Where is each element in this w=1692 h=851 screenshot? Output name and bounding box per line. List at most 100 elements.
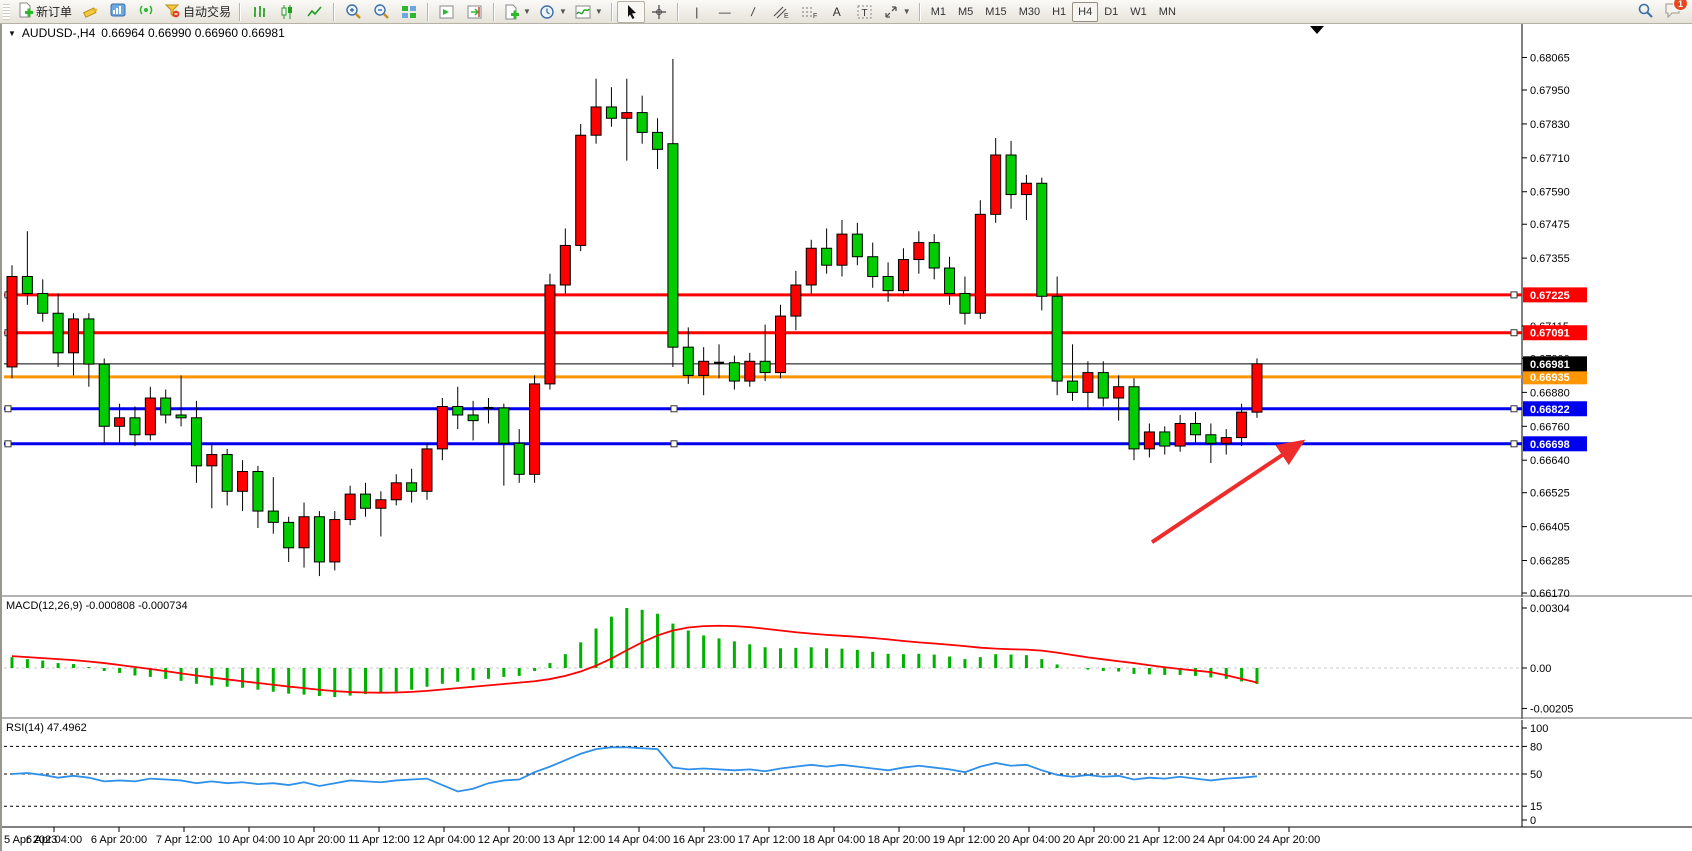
candle — [361, 494, 371, 508]
candle — [376, 500, 386, 508]
auto-scroll-button[interactable] — [433, 1, 461, 23]
candle — [868, 257, 878, 277]
candle — [468, 415, 478, 421]
price-badge-label: 0.67091 — [1530, 328, 1570, 340]
candle — [576, 135, 586, 245]
candle — [207, 455, 217, 466]
line-handle[interactable] — [5, 406, 11, 412]
clock-icon — [539, 4, 555, 20]
candle — [852, 234, 862, 257]
trendline-tool-button[interactable]: / — [737, 1, 769, 23]
candle — [622, 113, 632, 119]
candle — [745, 361, 755, 381]
timeframe-w1-button[interactable]: W1 — [1124, 2, 1153, 22]
price-tick-label: 0.67950 — [1530, 85, 1570, 97]
line-handle[interactable] — [1511, 441, 1517, 447]
macd-tick-label: -0.00205 — [1530, 703, 1573, 715]
templates-button[interactable]: ▼ — [499, 1, 535, 23]
candle — [453, 407, 463, 415]
line-chart-button[interactable] — [301, 1, 329, 23]
line-handle[interactable] — [5, 441, 11, 447]
candle — [1221, 438, 1231, 444]
price-badge-label: 0.66698 — [1530, 439, 1570, 451]
cursor-tool-button[interactable] — [617, 1, 645, 23]
candle — [1252, 364, 1262, 412]
auto-trading-label: 自动交易 — [183, 3, 231, 20]
price-tick-label: 0.66525 — [1530, 488, 1570, 500]
candle — [806, 248, 816, 285]
toolbar-grip[interactable] — [3, 4, 10, 20]
chart-canvas[interactable]: 0.680650.679500.678300.677100.675900.674… — [2, 23, 1692, 851]
candle — [38, 293, 48, 313]
channel-tool-button[interactable]: E — [767, 1, 795, 23]
line-handle[interactable] — [1511, 330, 1517, 336]
auto-trading-button[interactable]: 自动交易 — [160, 1, 235, 23]
timeframe-m15-button[interactable]: M15 — [979, 2, 1012, 22]
notifications-button[interactable]: 1 — [1664, 2, 1682, 21]
timeframe-m5-button[interactable]: M5 — [952, 2, 979, 22]
timeframe-mn-button[interactable]: MN — [1153, 2, 1182, 22]
price-tick-label: 0.67475 — [1530, 219, 1570, 231]
timeframe-h1-button[interactable]: H1 — [1046, 2, 1072, 22]
candle — [791, 285, 801, 316]
chart-background — [2, 23, 1692, 851]
search-button[interactable] — [1637, 2, 1654, 22]
cursor-icon — [624, 4, 638, 20]
macd-tick-label: 0.00 — [1530, 663, 1551, 675]
indicators-button[interactable]: ▼ — [571, 1, 607, 23]
styler-button[interactable] — [76, 1, 104, 23]
horizontal-line-tool-button[interactable]: — — [711, 1, 739, 23]
chart-shift-button[interactable] — [461, 1, 489, 23]
chart-ohlc-values: 0.66964 0.66990 0.66960 0.66981 — [101, 26, 285, 40]
candle — [391, 483, 401, 500]
time-tick-label: 24 Apr 04:00 — [1193, 834, 1255, 846]
toolbar-separator — [611, 3, 613, 21]
candle — [1175, 423, 1185, 446]
candle — [7, 277, 17, 367]
crosshair-tool-button[interactable] — [645, 1, 673, 23]
candle — [1144, 432, 1154, 449]
new-order-button[interactable]: 新订单 — [13, 1, 76, 23]
timeframe-d1-button[interactable]: D1 — [1098, 2, 1124, 22]
signal-icon — [138, 2, 154, 21]
candle — [960, 293, 970, 313]
line-handle[interactable] — [1511, 406, 1517, 412]
candlestick-chart-button[interactable] — [273, 1, 301, 23]
line-handle[interactable] — [671, 441, 677, 447]
market-watch-button[interactable] — [104, 1, 132, 23]
template-icon — [503, 4, 519, 20]
fibonacci-tool-button[interactable]: F — [795, 1, 823, 23]
timeframe-m30-button[interactable]: M30 — [1013, 2, 1046, 22]
price-tick-label: 0.67830 — [1530, 119, 1570, 131]
symbol-dropdown-icon[interactable]: ▼ — [8, 29, 16, 38]
zoom-in-button[interactable] — [339, 1, 367, 23]
crayon-icon — [82, 2, 99, 21]
bar-chart-button[interactable] — [245, 1, 273, 23]
time-tick-label: 20 Apr 04:00 — [998, 834, 1060, 846]
line-handle[interactable] — [1511, 292, 1517, 298]
timeframe-h4-button[interactable]: H4 — [1072, 2, 1098, 22]
rsi-tick-label: 100 — [1530, 723, 1548, 735]
candle — [1083, 373, 1093, 393]
text-label-tool-button[interactable]: T — [851, 1, 879, 23]
price-badge-label: 0.67225 — [1530, 290, 1570, 302]
periods-button[interactable]: ▼ — [535, 1, 571, 23]
line-handle[interactable] — [671, 406, 677, 412]
macd-tick-label: 0.00304 — [1530, 603, 1570, 615]
new-order-icon — [17, 2, 33, 21]
signals-button[interactable] — [132, 1, 160, 23]
candle — [975, 214, 985, 313]
candle — [299, 517, 309, 548]
timeframe-m1-button[interactable]: M1 — [925, 2, 952, 22]
toolbar-separator — [427, 3, 429, 21]
candle — [130, 418, 140, 435]
tile-windows-button[interactable] — [395, 1, 423, 23]
time-tick-label: 11 Apr 12:00 — [348, 834, 410, 846]
shapes-tool-button[interactable]: ▼ — [879, 1, 915, 23]
zoom-out-button[interactable] — [367, 1, 395, 23]
time-tick-label: 10 Apr 04:00 — [218, 834, 280, 846]
vertical-line-tool-button[interactable]: | — [683, 1, 711, 23]
text-tool-button[interactable]: A — [823, 1, 851, 23]
text-tool-icon: A — [833, 5, 841, 19]
candle — [99, 364, 109, 426]
